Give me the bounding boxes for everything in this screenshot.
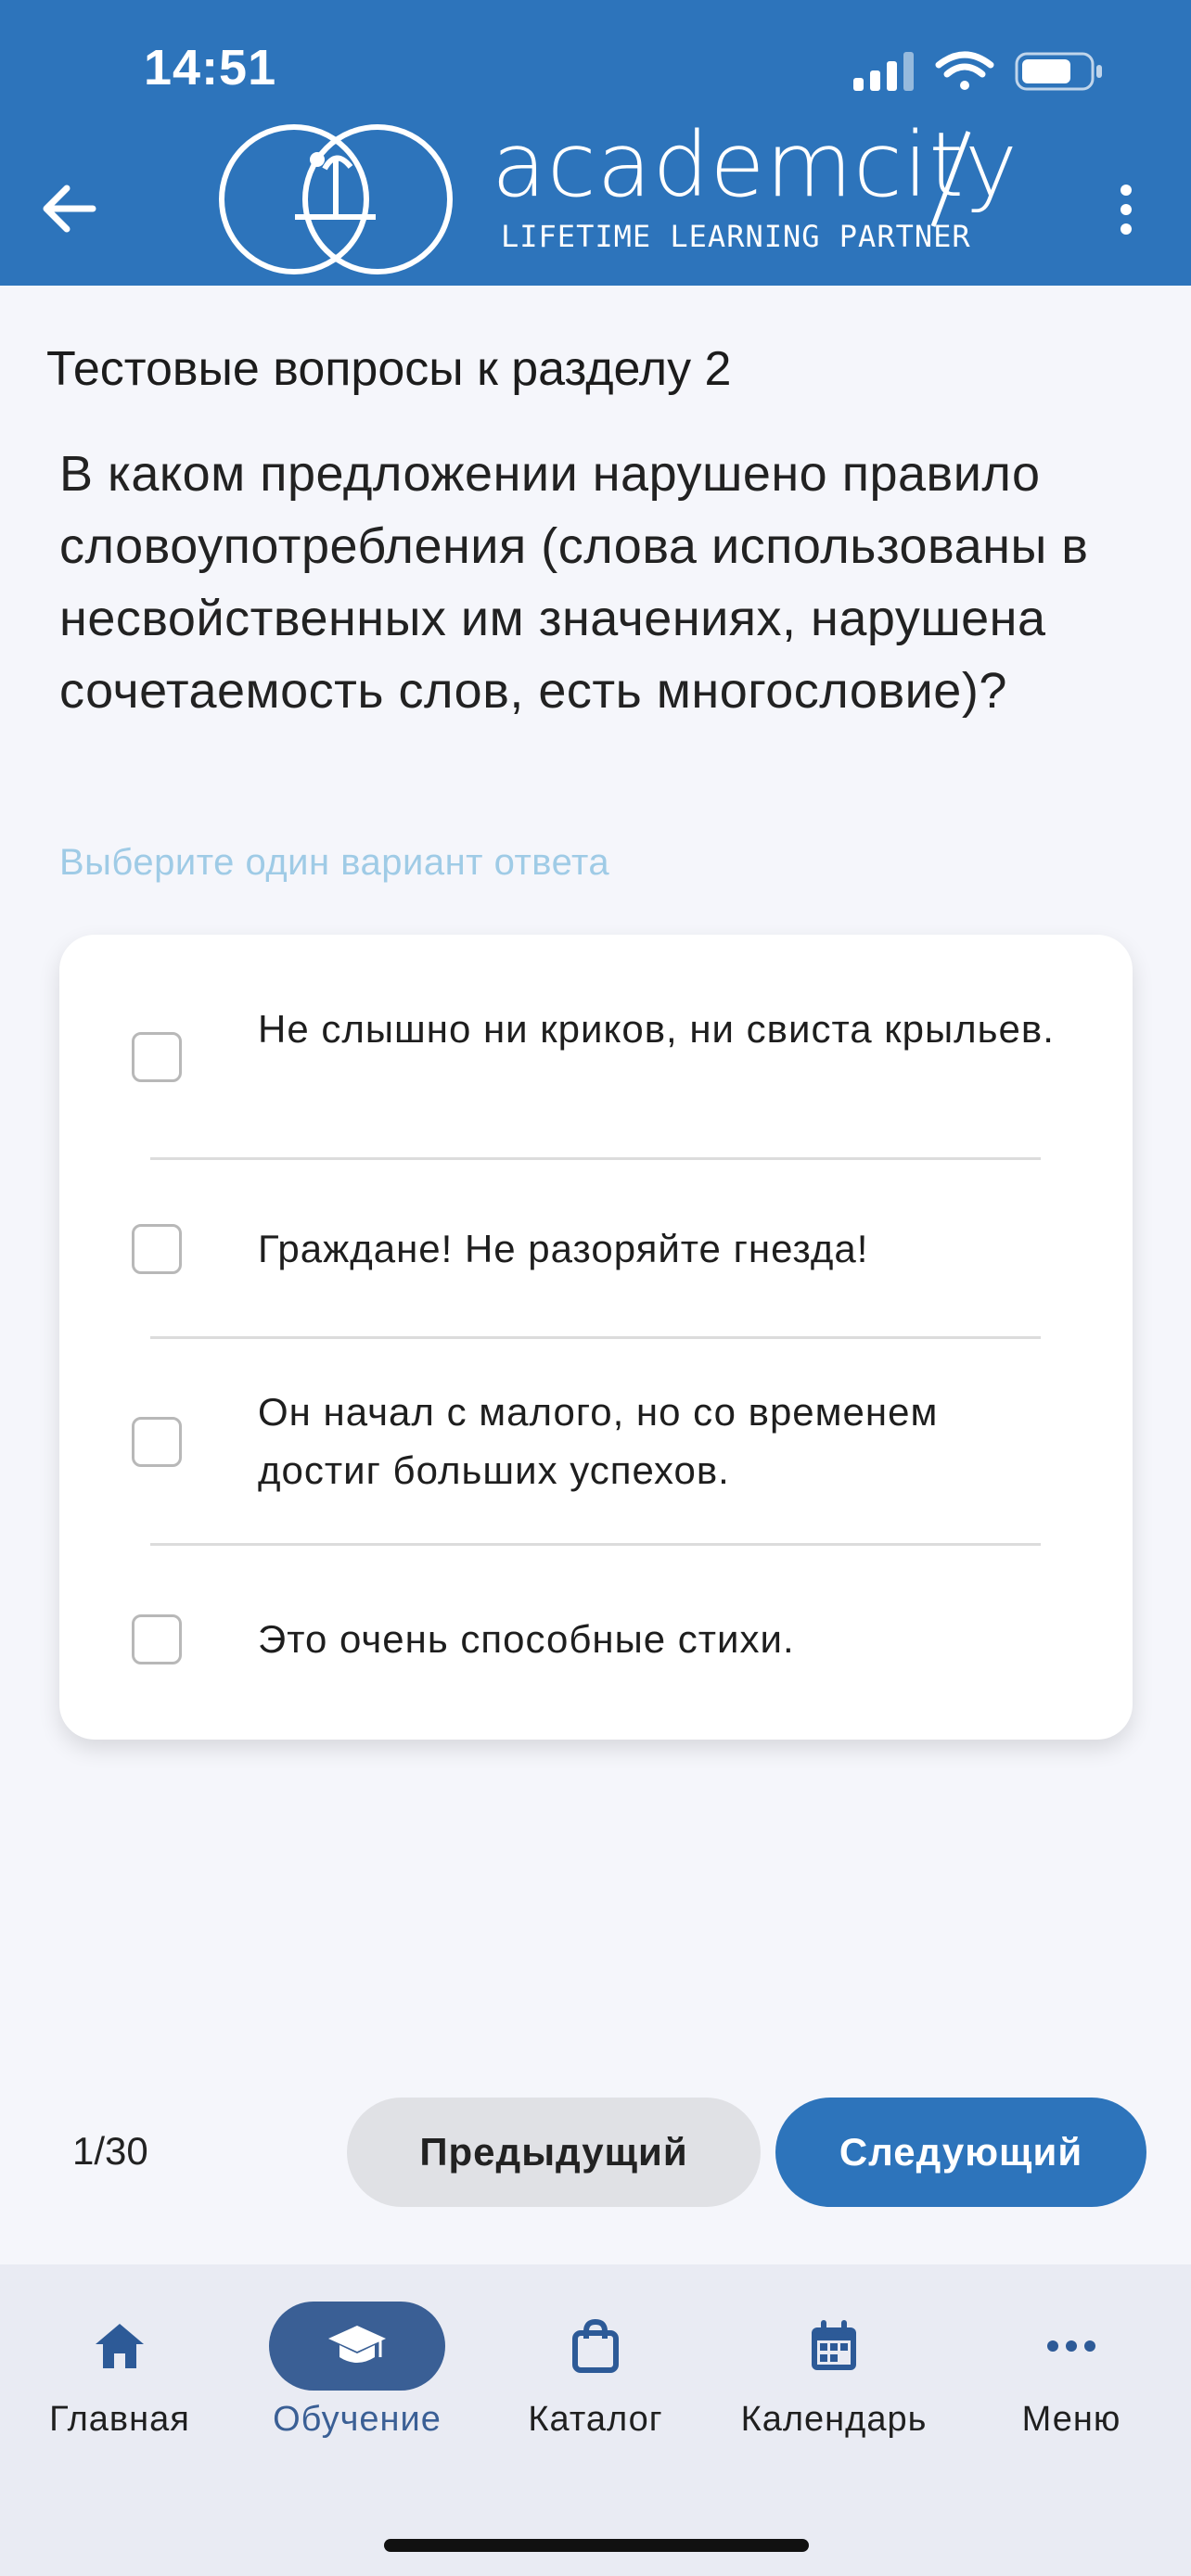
option-label: Не слышно ни криков, ни свиста крыльев. bbox=[258, 1007, 1055, 1051]
status-time: 14:51 bbox=[144, 40, 277, 96]
nav-item-home[interactable]: Главная bbox=[13, 2302, 226, 2440]
section-title: Тестовые вопросы к разделу 2 bbox=[46, 342, 732, 396]
question-text: В каком предложении нарушено правило сло… bbox=[59, 446, 1089, 719]
nav-label-catalog: Каталог bbox=[528, 2400, 663, 2439]
answer-option[interactable]: Не слышно ни криков, ни свиста крыльев. bbox=[59, 935, 1133, 1157]
option-checkbox[interactable] bbox=[132, 1224, 182, 1274]
academcity-logo-icon bbox=[219, 124, 453, 274]
nav-label-calendar: Календарь bbox=[740, 2400, 928, 2439]
app-header: 14:51 academcity LIFETIME LEARNING PARTN… bbox=[0, 0, 1191, 286]
option-checkbox[interactable] bbox=[132, 1032, 182, 1082]
answer-option[interactable]: Он начал с малого, но со временем достиг… bbox=[59, 1339, 1133, 1545]
nav-label-home: Главная bbox=[49, 2400, 190, 2439]
home-icon bbox=[96, 2324, 144, 2368]
back-arrow-icon[interactable] bbox=[37, 176, 102, 241]
bottom-navigation: Главная Обучение Каталог Календарь Меню bbox=[0, 2264, 1191, 2576]
option-label: Это очень способные стихи. bbox=[258, 1617, 795, 1661]
nav-label-learning: Обучение bbox=[273, 2400, 442, 2439]
graduation-cap-icon bbox=[328, 2326, 386, 2363]
nav-label-menu: Меню bbox=[1021, 2400, 1121, 2439]
more-vertical-icon[interactable] bbox=[1117, 184, 1135, 236]
option-label: Он начал с малого, но со временем достиг… bbox=[258, 1390, 939, 1492]
options-card: Не слышно ни криков, ни свиста крыльев. … bbox=[59, 935, 1133, 1740]
option-label: Граждане! Не разоряйте гнезда! bbox=[258, 1227, 869, 1270]
next-button[interactable]: Следующий bbox=[775, 2098, 1146, 2207]
calendar-icon bbox=[812, 2320, 856, 2370]
nav-item-calendar[interactable]: Календарь bbox=[727, 2302, 941, 2440]
nav-item-catalog[interactable]: Каталог bbox=[489, 2302, 702, 2440]
nav-item-menu[interactable]: Меню bbox=[965, 2302, 1178, 2440]
signal-icon bbox=[853, 52, 914, 91]
question-counter: 1/30 bbox=[72, 2129, 148, 2173]
option-checkbox[interactable] bbox=[132, 1614, 182, 1664]
shopping-bag-icon bbox=[572, 2318, 619, 2373]
answer-option[interactable]: Граждане! Не разоряйте гнезда! bbox=[59, 1160, 1133, 1336]
brand-tagline: LIFETIME LEARNING PARTNER bbox=[501, 219, 971, 254]
answer-option[interactable]: Это очень способные стихи. bbox=[59, 1546, 1133, 1731]
option-checkbox[interactable] bbox=[132, 1417, 182, 1467]
more-horizontal-icon bbox=[1047, 2340, 1095, 2352]
battery-icon bbox=[1015, 52, 1102, 91]
answer-hint: Выберите один вариант ответа bbox=[59, 842, 610, 883]
status-icons bbox=[853, 51, 1102, 91]
previous-button[interactable]: Предыдущий bbox=[347, 2098, 761, 2207]
nav-item-learning[interactable]: Обучение bbox=[250, 2302, 464, 2440]
home-indicator bbox=[384, 2539, 809, 2552]
brand-slash-mark bbox=[930, 131, 971, 227]
wifi-icon bbox=[935, 51, 994, 90]
